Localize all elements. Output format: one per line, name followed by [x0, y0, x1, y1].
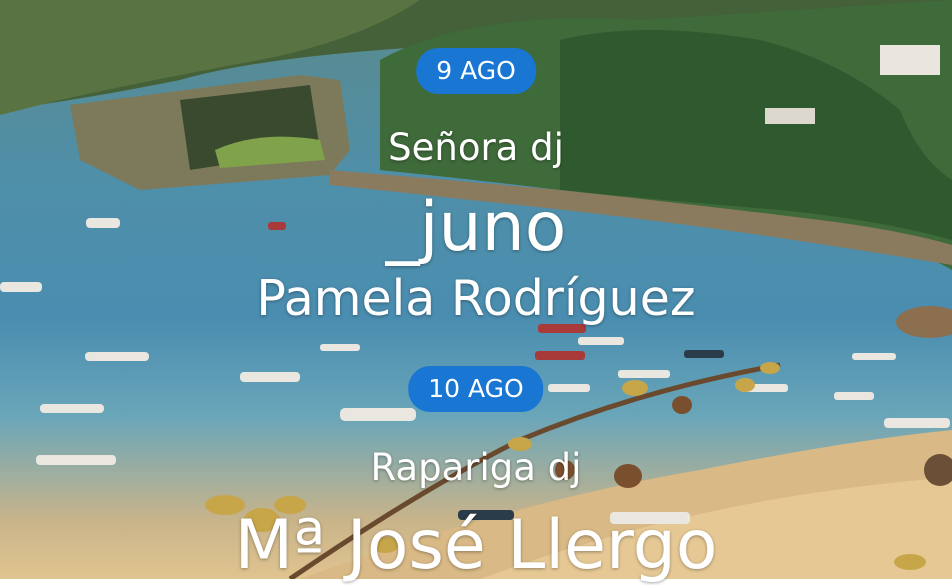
event-1-artist-2: Pamela Rodríguez	[256, 270, 696, 327]
event-1-artist: _juno	[385, 188, 567, 267]
date-badge-1: 9 AGO	[416, 48, 536, 94]
event-2-subtitle: Rapariga dj	[370, 446, 582, 489]
event-2-artist: Mª José Llergo	[234, 506, 718, 585]
event-lineup: 9 AGO Señora dj _juno Pamela Rodríguez 1…	[0, 0, 952, 585]
date-badge-2: 10 AGO	[408, 366, 544, 412]
event-1-subtitle: Señora dj	[388, 126, 564, 169]
